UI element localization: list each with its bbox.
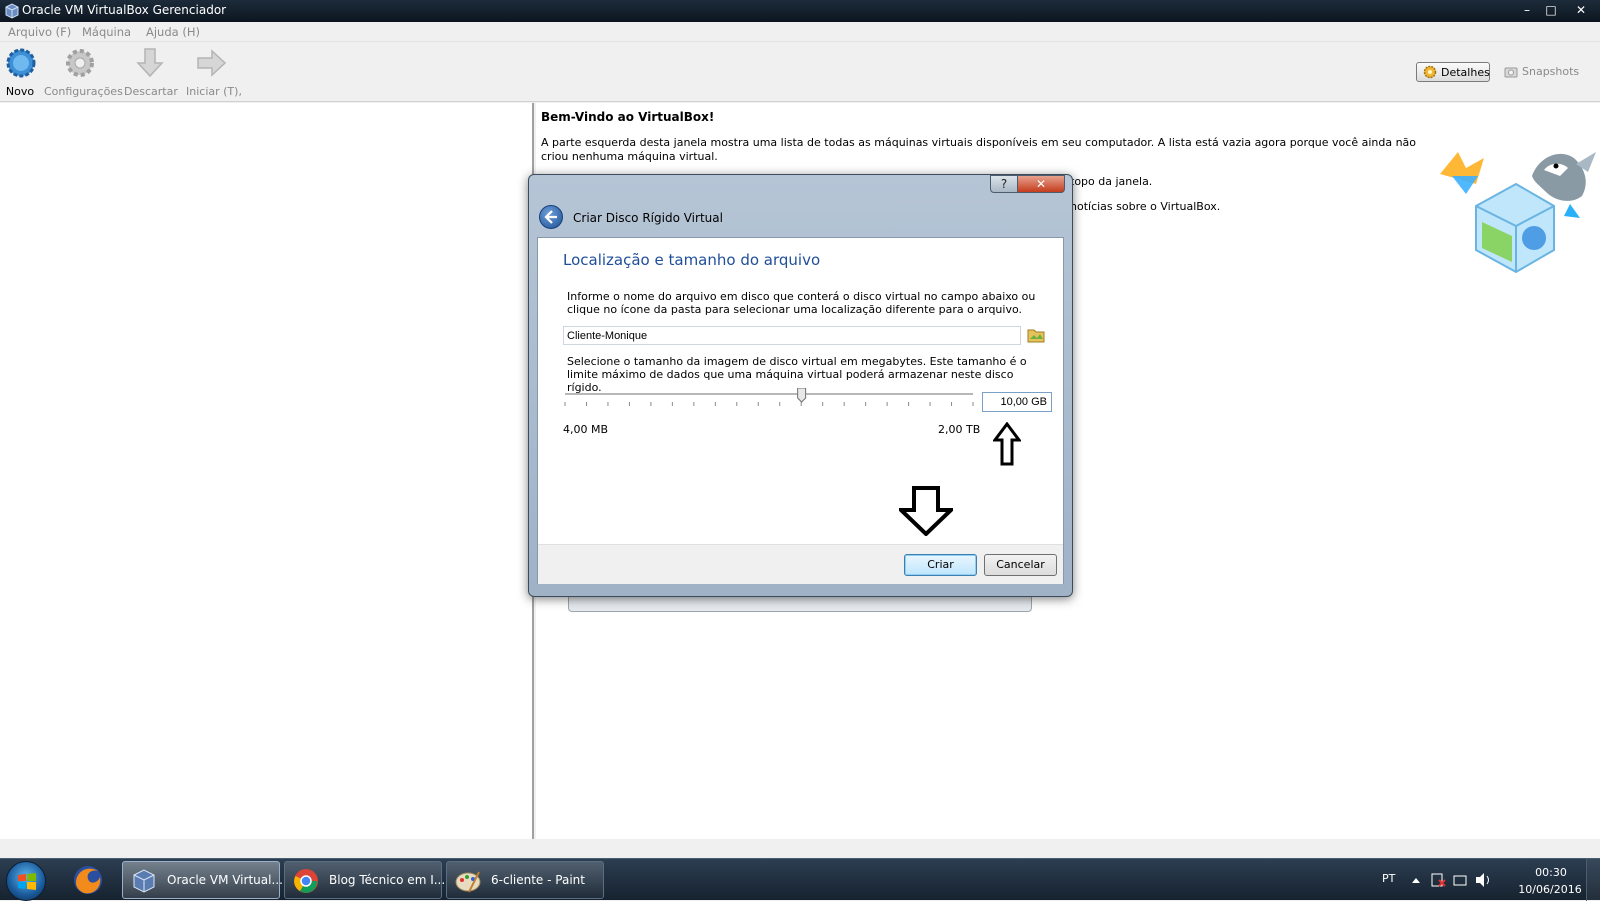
show-desktop-button[interactable]	[1586, 859, 1600, 901]
snapshots-label: Snapshots	[1522, 65, 1580, 78]
location-instructions: Informe o nome do arquivo em disco que c…	[567, 290, 1036, 316]
novo-label: Novo	[5, 85, 35, 98]
menu-arquivo[interactable]: Arquivo (F)	[8, 25, 71, 39]
dialog-heading: Localização e tamanho do arquivo	[563, 251, 821, 269]
novo-button[interactable]: Novo	[4, 46, 36, 98]
discard-arrow-down-icon	[136, 48, 164, 78]
slider-thumb[interactable]	[797, 388, 807, 403]
min-size-label: 4,00 MB	[563, 423, 609, 436]
windows-logo-icon	[18, 873, 36, 890]
start-arrow-right-icon	[197, 49, 227, 77]
virtualbox-mascot-logo	[1440, 152, 1596, 274]
taskbar: Oracle VM Virtual... Blog Técnico em I..…	[0, 858, 1600, 901]
detalhes-button[interactable]: Detalhes	[1416, 62, 1490, 82]
task-virtualbox[interactable]: Oracle VM Virtual...	[122, 861, 283, 899]
task-paint[interactable]: 6-cliente - Paint	[446, 861, 604, 899]
task-label: Blog Técnico em I...	[329, 873, 446, 887]
create-virtual-disk-dialog: ? ✕ Criar Disco Rígido Virtual Localizaç…	[528, 174, 1073, 597]
task-label: Oracle VM Virtual...	[167, 873, 283, 887]
file-name-input[interactable]	[563, 326, 1021, 345]
menu-bar: Arquivo (F) Máquina Ajuda (H)	[0, 22, 1600, 42]
back-arrow-icon[interactable]	[539, 205, 563, 229]
virtualbox-app-icon	[5, 3, 19, 19]
max-size-label: 2,00 TB	[938, 423, 981, 436]
clock-date[interactable]: 10/06/2016	[1516, 883, 1584, 896]
settings-gear-icon	[66, 49, 94, 77]
new-gear-icon	[6, 48, 36, 78]
task-label: 6-cliente - Paint	[491, 873, 585, 887]
window-title: Oracle VM VirtualBox Gerenciador	[22, 3, 227, 17]
configuracoes-label: Configurações	[44, 85, 123, 98]
dialog-close-button[interactable]: ✕	[1017, 175, 1065, 193]
iniciar-label: Iniciar (T),	[186, 85, 242, 98]
size-input[interactable]	[982, 392, 1052, 412]
virtualbox-task-icon	[133, 869, 155, 893]
task-chrome[interactable]: Blog Técnico em I...	[284, 861, 446, 899]
camera-icon	[1504, 67, 1518, 78]
annotation-arrow-down	[899, 486, 953, 536]
details-gear-icon	[1423, 65, 1437, 79]
size-slider[interactable]	[563, 388, 975, 418]
clock-time[interactable]: 00:30	[1521, 866, 1581, 879]
minimize-button[interactable]: –	[1514, 1, 1540, 19]
system-tray-icons[interactable]	[1412, 871, 1492, 889]
cancel-button[interactable]: Cancelar	[984, 554, 1057, 576]
snapshots-button[interactable]: Snapshots	[1502, 64, 1582, 82]
create-button[interactable]: Criar	[904, 554, 977, 576]
vm-list-panel[interactable]	[0, 103, 534, 839]
iniciar-button[interactable]: Iniciar (T),	[186, 46, 242, 98]
window-titlebar[interactable]: Oracle VM VirtualBox Gerenciador – □ ✕	[0, 0, 1600, 22]
configuracoes-button[interactable]: Configurações	[44, 46, 123, 98]
welcome-paragraph-2: topo da janela.	[1070, 175, 1153, 188]
folder-icon[interactable]	[1027, 327, 1045, 343]
help-button[interactable]: ?	[990, 175, 1018, 193]
welcome-title: Bem-Vindo ao VirtualBox!	[541, 110, 715, 124]
detalhes-label: Detalhes	[1441, 66, 1490, 79]
menu-ajuda[interactable]: Ajuda (H)	[146, 25, 200, 39]
menu-maquina[interactable]: Máquina	[82, 25, 131, 39]
dialog-footer: Criar Cancelar	[538, 544, 1063, 584]
maximize-button[interactable]: □	[1538, 1, 1564, 19]
firefox-icon[interactable]	[70, 863, 106, 897]
dialog-title: Criar Disco Rígido Virtual	[573, 211, 723, 225]
descartar-label: Descartar	[124, 85, 178, 98]
welcome-paragraph-3: notícias sobre o VirtualBox.	[1070, 200, 1221, 213]
start-button[interactable]	[6, 861, 46, 901]
chrome-icon	[294, 869, 318, 893]
close-button[interactable]: ✕	[1568, 1, 1594, 19]
descartar-button[interactable]: Descartar	[124, 46, 178, 98]
paint-palette-icon	[455, 871, 481, 893]
annotation-arrow-up	[993, 422, 1021, 466]
toolbar: Novo Configurações Descartar Iniciar (T)…	[0, 42, 1600, 102]
welcome-paragraph: A parte esquerda desta janela mostra uma…	[541, 136, 1417, 163]
language-indicator[interactable]: PT	[1382, 872, 1395, 885]
dialog-content: Localização e tamanho do arquivo Informe…	[537, 237, 1064, 584]
